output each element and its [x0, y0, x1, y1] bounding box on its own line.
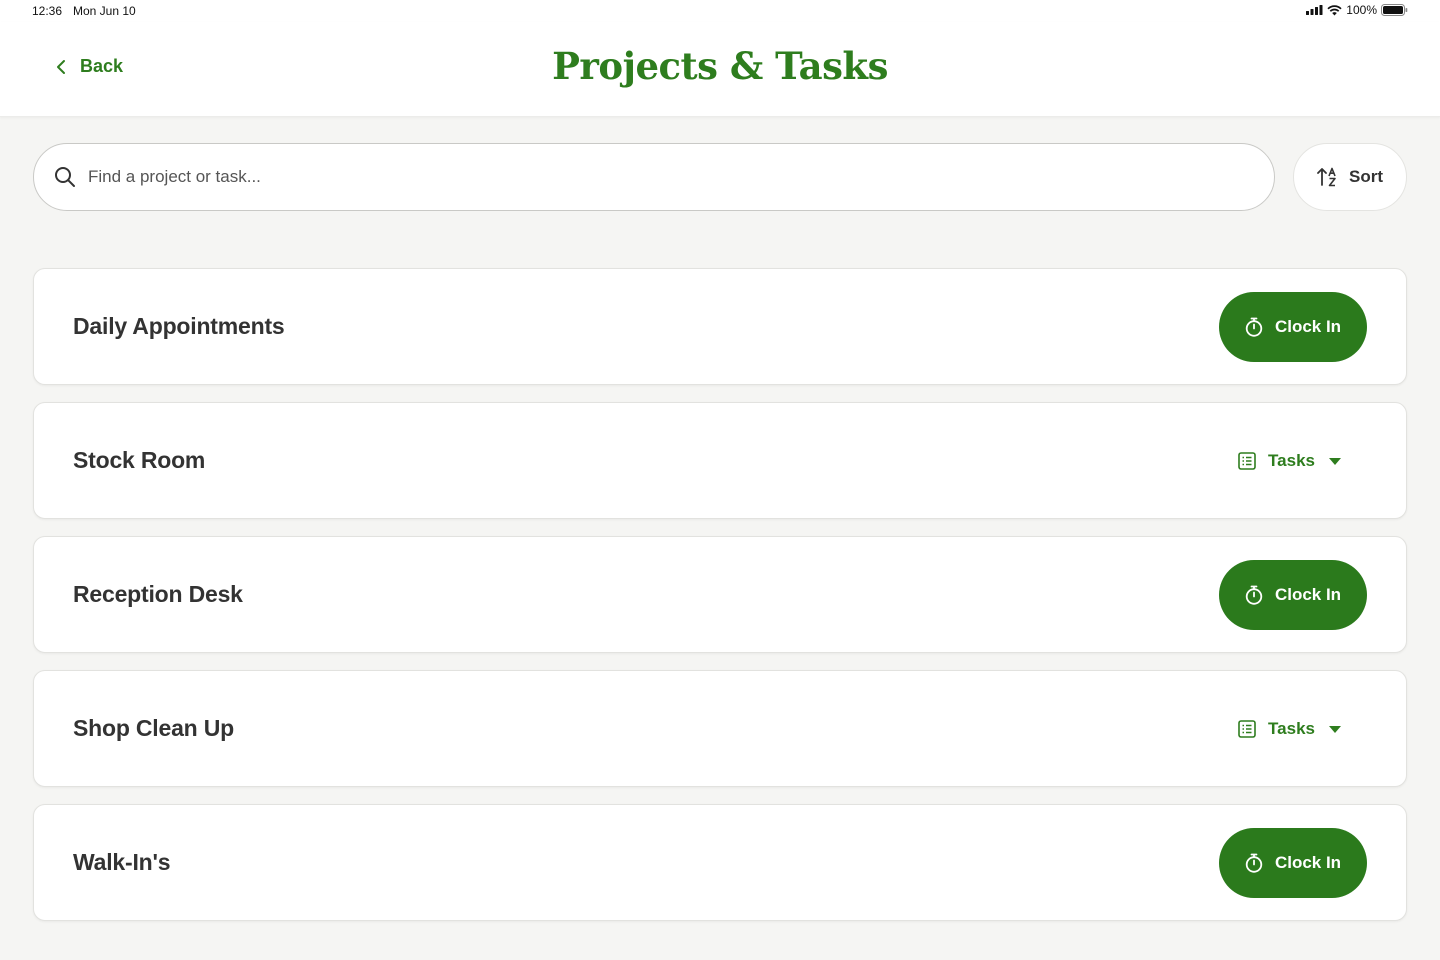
battery-percent: 100%	[1346, 3, 1377, 17]
project-card: Daily Appointments Clock In	[33, 268, 1407, 385]
clock-in-button[interactable]: Clock In	[1219, 827, 1367, 898]
status-time: 12:36	[32, 4, 63, 18]
project-name: Stock Room	[73, 447, 206, 473]
project-name: Daily Appointments	[73, 313, 285, 339]
task-list-icon	[1238, 451, 1256, 470]
project-list: Daily Appointments Clock In Stock Room T…	[33, 268, 1407, 938]
cellular-signal-icon	[1306, 5, 1323, 15]
sort-label: Sort	[1349, 167, 1383, 186]
tasks-label: Tasks	[1268, 718, 1315, 738]
project-card: Walk-In's Clock In	[33, 804, 1407, 921]
clock-in-label: Clock In	[1274, 852, 1342, 872]
project-card: Reception Desk Clock In	[33, 536, 1407, 653]
project-name: Shop Clean Up	[73, 715, 234, 741]
page-title: Projects & Tasks	[552, 44, 888, 88]
project-name: Walk-In's	[73, 849, 171, 875]
clock-in-button[interactable]: Clock In	[1219, 291, 1367, 362]
sort-button[interactable]: Sort	[1293, 143, 1407, 211]
project-name: Reception Desk	[73, 581, 243, 607]
status-indicators: 100%	[1306, 3, 1408, 17]
sort-az-icon	[1317, 167, 1336, 187]
top-header: Back Projects & Tasks	[0, 22, 1440, 117]
stopwatch-icon	[1245, 853, 1263, 873]
project-card: Shop Clean Up Tasks	[33, 670, 1407, 787]
battery-icon	[1381, 4, 1408, 16]
clock-in-label: Clock In	[1274, 316, 1342, 336]
caret-down-icon	[1329, 457, 1341, 465]
search-icon	[55, 167, 75, 187]
tasks-label: Tasks	[1268, 450, 1315, 470]
clock-in-button[interactable]: Clock In	[1219, 559, 1367, 630]
tasks-dropdown[interactable]: Tasks	[1238, 719, 1343, 739]
stopwatch-icon	[1245, 585, 1263, 605]
caret-down-icon	[1329, 725, 1341, 733]
task-list-icon	[1238, 719, 1256, 738]
status-bar: 12:36 Mon Jun 10 100%	[0, 0, 1440, 22]
tasks-dropdown[interactable]: Tasks	[1238, 451, 1343, 471]
status-date: Mon Jun 10	[73, 4, 136, 18]
search-input[interactable]	[88, 167, 1188, 187]
project-card: Stock Room Tasks	[33, 402, 1407, 519]
search-bar[interactable]	[33, 143, 1275, 211]
stopwatch-icon	[1245, 317, 1263, 337]
clock-in-label: Clock In	[1274, 584, 1342, 604]
wifi-icon	[1327, 4, 1342, 15]
